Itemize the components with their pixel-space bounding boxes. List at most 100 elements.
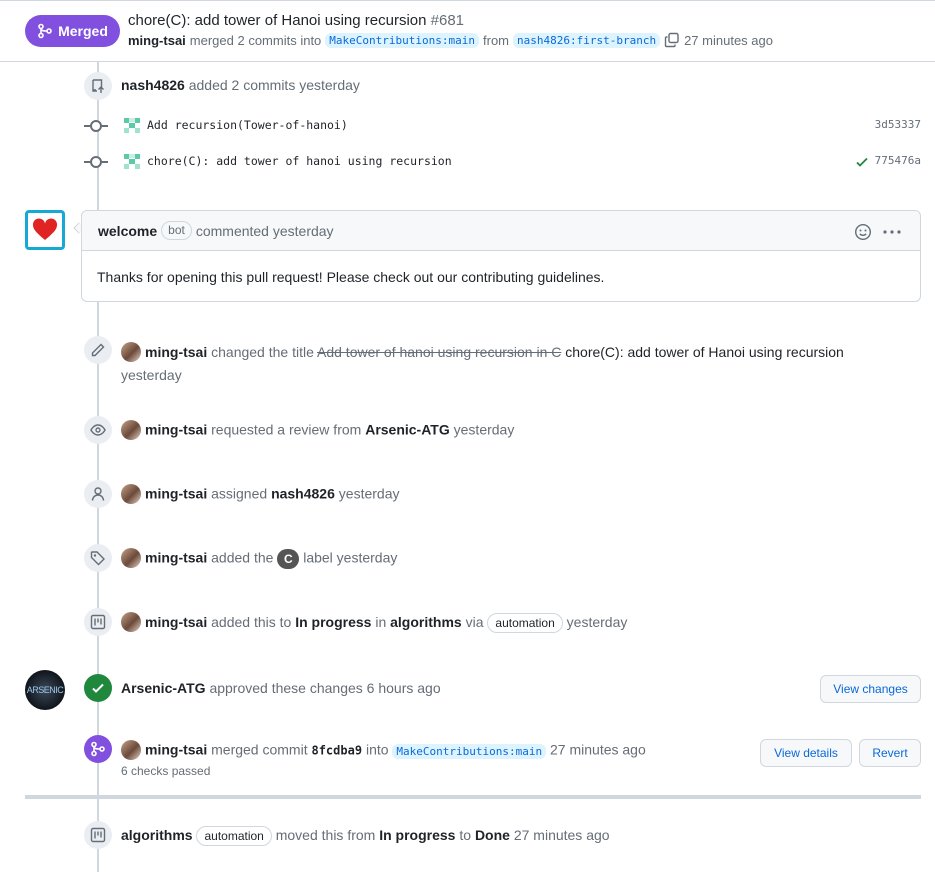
- view-changes-button[interactable]: View changes: [820, 675, 921, 703]
- event-time[interactable]: yesterday: [339, 486, 400, 502]
- from-text: from: [483, 32, 509, 48]
- event-text: via: [465, 614, 484, 630]
- reviewer-link[interactable]: Arsenic-ATG: [365, 422, 450, 438]
- merge-icon: [84, 735, 112, 763]
- copy-icon[interactable]: [664, 32, 680, 48]
- comment-header: welcome bot commented yesterday: [82, 211, 920, 251]
- label-event: ming-tsai added the C label yesterday: [121, 548, 398, 569]
- user-avatar[interactable]: [121, 420, 141, 440]
- to-column: Done: [474, 827, 510, 843]
- timeline-divider: [25, 795, 921, 799]
- event-text: added the: [211, 549, 274, 566]
- pr-title-text[interactable]: chore(C): add tower of Hanoi using recur…: [128, 12, 426, 29]
- person-icon: [84, 480, 112, 508]
- welcome-bot-avatar[interactable]: [25, 210, 65, 250]
- user-link[interactable]: ming-tsai: [145, 550, 207, 566]
- label-badge[interactable]: C: [277, 549, 300, 569]
- comment-meta[interactable]: commented yesterday: [196, 223, 334, 239]
- user-link[interactable]: ming-tsai: [145, 486, 207, 502]
- arsenic-avatar[interactable]: ARSENIC: [25, 670, 65, 710]
- base-branch[interactable]: MakeContributions:main: [325, 32, 479, 48]
- event-text: requested a review from: [211, 421, 362, 438]
- commit-message[interactable]: Add recursion(Tower-of-hanoi): [147, 118, 348, 132]
- event-text: to: [459, 827, 472, 843]
- event-text: label yesterday: [303, 549, 398, 566]
- merged-status-label: Merged: [58, 23, 108, 39]
- checks-status[interactable]: 6 checks passed: [121, 764, 210, 778]
- git-commit-icon: [84, 120, 108, 132]
- project-link[interactable]: algorithms: [390, 614, 462, 630]
- user-avatar[interactable]: [121, 342, 141, 363]
- commits-event-text: added 2 commits yesterday: [188, 77, 360, 93]
- check-icon[interactable]: [855, 155, 869, 169]
- merge-commit-sha[interactable]: 8fcdba9: [311, 744, 362, 758]
- pencil-icon: [84, 336, 112, 364]
- git-commit-icon: [84, 156, 108, 168]
- event-time[interactable]: yesterday: [567, 614, 628, 630]
- event-time[interactable]: 27 minutes ago: [550, 742, 646, 758]
- event-time[interactable]: 27 minutes ago: [514, 827, 610, 843]
- event-text: in: [375, 614, 387, 630]
- pr-meta: ming-tsai merged 2 commits into MakeCont…: [128, 32, 773, 48]
- commit-sha[interactable]: 3d53337: [875, 118, 921, 131]
- event-text: changed the title: [211, 344, 314, 360]
- event-time[interactable]: yesterday: [121, 367, 182, 383]
- smiley-icon[interactable]: [854, 223, 872, 241]
- bot-label: bot: [161, 221, 192, 240]
- reviewer-link[interactable]: Arsenic-ATG: [121, 680, 206, 696]
- merged-status-badge: Merged: [25, 15, 120, 47]
- event-text: assigned: [211, 485, 268, 502]
- pr-title: chore(C): add tower of Hanoi using recur…: [128, 12, 464, 29]
- merge-event: ming-tsai merged commit 8fcdba9 into Mak…: [121, 740, 646, 761]
- merge-branch[interactable]: MakeContributions:main: [392, 743, 547, 759]
- commit-author-link[interactable]: nash4826: [121, 77, 185, 93]
- check-circle-icon: [84, 674, 112, 702]
- project-icon: [84, 608, 112, 636]
- assignee-link[interactable]: nash4826: [271, 486, 335, 502]
- head-branch[interactable]: nash4826:first-branch: [513, 32, 661, 48]
- identicon-avatar[interactable]: [122, 116, 142, 136]
- event-time[interactable]: yesterday: [454, 422, 515, 438]
- automation-badge: automation: [196, 826, 272, 846]
- event-text: moved this from: [275, 827, 376, 843]
- repo-push-icon: [84, 72, 112, 100]
- event-text: added this to: [211, 614, 292, 630]
- project-link[interactable]: algorithms: [121, 827, 193, 843]
- merge-time[interactable]: 27 minutes ago: [684, 33, 773, 48]
- commit-message[interactable]: chore(C): add tower of hanoi using recur…: [147, 154, 452, 168]
- comment-body: Thanks for opening this pull request! Pl…: [97, 269, 605, 285]
- approval-event: Arsenic-ATG approved these changes 6 hou…: [121, 680, 441, 696]
- project-column: In progress: [295, 614, 372, 630]
- user-link[interactable]: ming-tsai: [145, 614, 207, 630]
- merger-link[interactable]: ming-tsai: [128, 33, 186, 48]
- event-text: approved these changes 6 hours ago: [209, 680, 441, 696]
- revert-button[interactable]: Revert: [859, 739, 921, 767]
- merge-icon: [38, 23, 52, 39]
- commit-row: Add recursion(Tower-of-hanoi) 3d53337: [84, 116, 921, 136]
- heart-icon: [32, 218, 58, 240]
- user-avatar[interactable]: [121, 484, 141, 504]
- commit-sha[interactable]: 775476a: [875, 154, 921, 167]
- pr-header: Merged chore(C): add tower of Hanoi usin…: [0, 0, 935, 62]
- commits-event: nash4826 added 2 commits yesterday: [121, 77, 360, 93]
- event-text: into: [365, 741, 389, 758]
- user-link[interactable]: ming-tsai: [145, 344, 207, 360]
- from-column: In progress: [379, 827, 456, 843]
- user-avatar[interactable]: [121, 740, 141, 760]
- assign-event: ming-tsai assigned nash4826 yesterday: [121, 484, 400, 505]
- comment-author[interactable]: welcome: [98, 223, 157, 239]
- pr-number: #681: [430, 12, 465, 29]
- automation-badge: automation: [487, 613, 563, 633]
- user-avatar[interactable]: [121, 548, 141, 568]
- title-change-event: ming-tsai changed the title Add tower of…: [121, 341, 911, 387]
- moved-event: algorithms automation moved this from In…: [121, 826, 610, 846]
- user-avatar[interactable]: [121, 612, 141, 633]
- review-request-event: ming-tsai requested a review from Arseni…: [121, 420, 515, 441]
- commit-row: chore(C): add tower of hanoi using recur…: [84, 152, 921, 172]
- user-link[interactable]: ming-tsai: [145, 422, 207, 438]
- view-details-button[interactable]: View details: [760, 739, 852, 767]
- user-link[interactable]: ming-tsai: [145, 742, 207, 758]
- identicon-avatar[interactable]: [122, 152, 142, 172]
- kebab-horizontal-icon[interactable]: [882, 223, 902, 241]
- project-event: ming-tsai added this to In progress in a…: [121, 612, 628, 633]
